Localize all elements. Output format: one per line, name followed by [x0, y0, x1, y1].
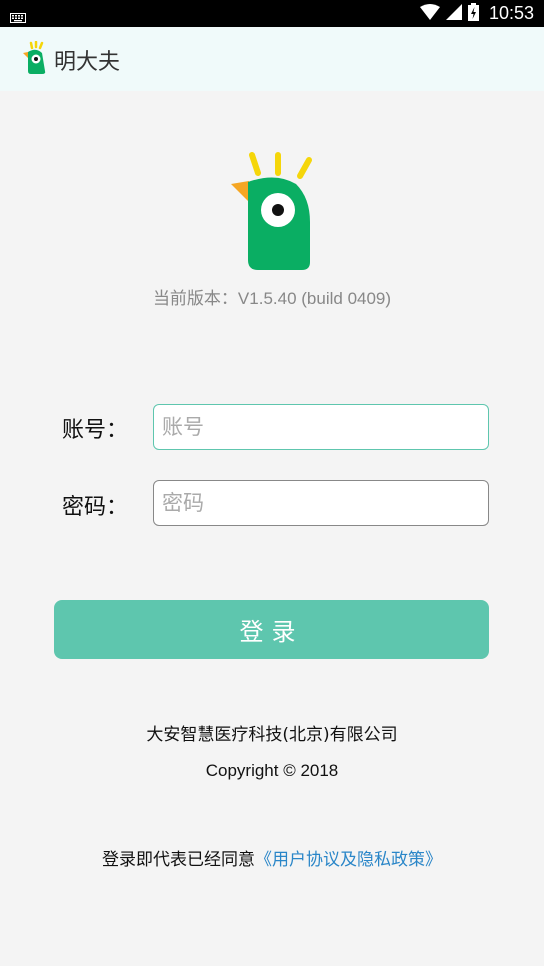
battery-icon	[467, 2, 479, 25]
agreement-text: 登录即代表已经同意《用户协议及隐私政策》	[0, 845, 544, 870]
signal-icon	[445, 3, 462, 24]
app-logo-icon	[22, 40, 48, 79]
account-input[interactable]	[153, 404, 489, 450]
agreement-prefix: 登录即代表已经同意	[102, 850, 255, 870]
app-title: 明大夫	[54, 50, 121, 75]
password-label: 密码：	[62, 495, 129, 520]
status-time: 10:53	[488, 3, 534, 23]
brand-logo-icon	[230, 152, 314, 276]
wifi-icon	[419, 3, 440, 24]
password-input[interactable]	[153, 480, 489, 526]
app-bar: 明大夫	[0, 27, 544, 91]
keyboard-icon	[10, 8, 26, 27]
account-label: 账号：	[62, 418, 129, 443]
version-text: 当前版本：V1.5.40 (build 0409)	[152, 289, 392, 308]
login-button[interactable]: 登录	[54, 600, 489, 659]
status-bar: 10:53	[0, 0, 544, 27]
copyright-text: Copyright © 2018	[205, 761, 339, 780]
company-name: 大安智慧医疗科技(北京)有限公司	[146, 725, 398, 745]
agreement-link[interactable]: 《用户协议及隐私政策》	[255, 850, 442, 870]
